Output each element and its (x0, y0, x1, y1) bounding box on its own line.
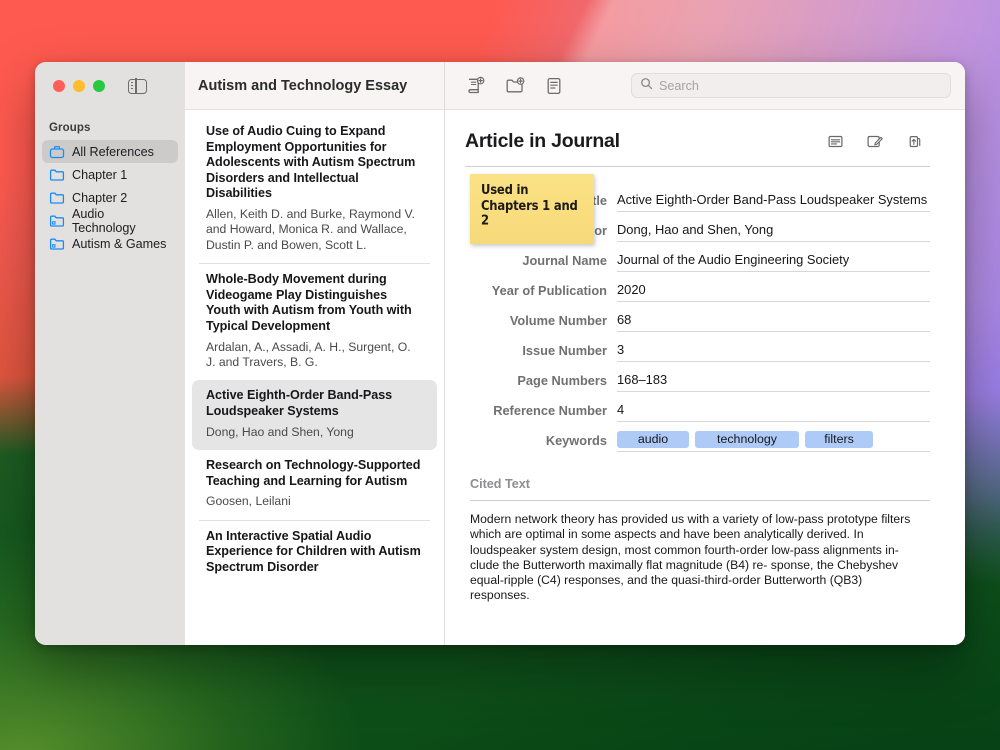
search-input[interactable]: Search (631, 73, 951, 98)
cited-text-divider (470, 500, 930, 501)
notes-icon[interactable] (543, 75, 565, 97)
folder-icon (49, 168, 65, 182)
issue-number-field[interactable]: 3 (617, 339, 930, 362)
article-title-field[interactable]: Active Eighth-Order Band-Pass Loudspeake… (617, 189, 930, 212)
field-row-keywords: Keywords audio technology filters (465, 425, 930, 455)
list-item-selected[interactable]: Active Eighth-Order Band-Pass Loudspeake… (192, 380, 437, 450)
year-of-publication-field[interactable]: 2020 (617, 279, 930, 302)
detail-header-actions (826, 130, 926, 154)
detail-toolbar: Search (445, 62, 965, 110)
reference-number-field[interactable]: 4 (617, 399, 930, 422)
list-item[interactable]: An Interactive Spatial Audio Experience … (192, 521, 437, 586)
reference-title: Research on Technology-Supported Teachin… (206, 457, 421, 488)
field-row-volume-number: Volume Number 68 (465, 305, 930, 335)
cited-text-label: Cited Text (470, 477, 530, 491)
search-icon (640, 77, 653, 95)
bookends-window: Groups All References Chapter 1 Chapter … (35, 62, 965, 645)
keyword-token[interactable]: audio (617, 431, 689, 448)
field-label: Journal Name (522, 252, 607, 268)
new-reference-icon[interactable] (465, 75, 487, 97)
author-field[interactable]: Dong, Hao and Shen, Yong (617, 219, 930, 242)
reference-title: Use of Audio Cuing to Expand Employment … (206, 124, 416, 201)
reference-title: Active Eighth-Order Band-Pass Loudspeake… (206, 388, 393, 418)
detail-content: Article in Journal Used in Chapters 1 an… (445, 110, 965, 645)
annotate-icon[interactable] (865, 132, 887, 154)
sidebar: Groups All References Chapter 1 Chapter … (35, 62, 185, 645)
list-item[interactable]: Whole-Body Movement during Videogame Pla… (192, 264, 437, 380)
sidebar-item-chapter-1[interactable]: Chapter 1 (42, 163, 178, 186)
sticky-note[interactable]: Used in Chapters 1 and 2 (470, 174, 594, 244)
new-group-icon[interactable] (504, 75, 526, 97)
field-label: Year of Publication (491, 282, 607, 298)
reference-title: Whole-Body Movement during Videogame Pla… (206, 272, 412, 333)
sidebar-item-label: Chapter 1 (72, 167, 128, 182)
keywords-field[interactable]: audio technology filters (617, 429, 930, 452)
field-label: Keywords (545, 432, 607, 448)
volume-number-field[interactable]: 68 (617, 309, 930, 332)
sidebar-header: Groups (49, 122, 91, 134)
all-references-icon (49, 145, 65, 159)
cited-text-section: Cited Text Modern network theory has pro… (465, 477, 930, 604)
reference-form: Used in Chapters 1 and 2 Article Title A… (465, 174, 930, 455)
sidebar-item-all-references[interactable]: All References (42, 140, 178, 163)
reference-authors: Ardalan, A., Assadi, A. H., Surgent, O. … (206, 339, 411, 369)
header-divider (465, 166, 930, 167)
reference-list-column: Autism and Technology Essay Use of Audio… (185, 62, 445, 645)
reference-list[interactable]: Use of Audio Cuing to Expand Employment … (185, 110, 444, 645)
reference-title: An Interactive Spatial Audio Experience … (206, 528, 421, 574)
page-title: Autism and Technology Essay (198, 77, 408, 94)
window-controls (35, 62, 185, 110)
reference-authors: Dong, Hao and Shen, Yong (206, 424, 354, 439)
sidebar-item-autism-and-games[interactable]: Autism & Games (42, 232, 178, 255)
sidebar-item-audio-technology[interactable]: Audio Technology (42, 206, 178, 235)
field-row-year-of-publication: Year of Publication 2020 (465, 275, 930, 305)
keyword-token[interactable]: filters (805, 431, 873, 448)
toolbar-actions (465, 75, 565, 97)
field-row-page-numbers: Page Numbers 168–183 (465, 365, 930, 395)
search-placeholder: Search (659, 78, 699, 93)
detail-panel: Search Article in Journal Used in Chapte… (445, 62, 965, 645)
sidebar-item-label: Chapter 2 (72, 190, 128, 205)
detail-header-row: Article in Journal (465, 130, 930, 154)
journal-name-field[interactable]: Journal of the Audio Engineering Society (617, 249, 930, 272)
sidebar-item-label: All References (72, 144, 154, 159)
field-row-journal-name: Journal Name Journal of the Audio Engine… (465, 245, 930, 275)
minimize-button[interactable] (73, 80, 85, 92)
close-button[interactable] (53, 80, 65, 92)
page-numbers-field[interactable]: 168–183 (617, 369, 930, 392)
reference-authors: Goosen, Leilani (206, 494, 291, 509)
text-view-icon[interactable] (826, 132, 848, 154)
folder-icon (49, 191, 65, 205)
sidebar-item-label: Audio Technology (72, 206, 136, 235)
reference-authors: Allen, Keith D. and Burke, Raymond V. an… (206, 206, 415, 252)
list-item[interactable]: Use of Audio Cuing to Expand Employment … (192, 116, 437, 263)
share-icon[interactable] (904, 132, 926, 154)
desktop-background: Groups All References Chapter 1 Chapter … (0, 0, 1000, 750)
list-item[interactable]: Research on Technology-Supported Teachin… (192, 450, 437, 520)
cited-text-body[interactable]: Modern network theory has provided us wi… (465, 512, 930, 604)
field-row-issue-number: Issue Number 3 (465, 335, 930, 365)
field-row-reference-number: Reference Number 4 (465, 395, 930, 425)
field-label: Page Numbers (517, 372, 607, 388)
field-label: Issue Number (522, 342, 607, 358)
smart-folder-icon (49, 214, 65, 228)
smart-folder-icon (49, 237, 65, 251)
window-title-bar: Autism and Technology Essay (185, 62, 444, 110)
detail-title: Article in Journal (465, 130, 620, 152)
sidebar-toggle-icon[interactable] (128, 77, 147, 95)
keyword-token[interactable]: technology (695, 431, 799, 448)
field-label: Reference Number (493, 402, 607, 418)
maximize-button[interactable] (93, 80, 105, 92)
sidebar-item-label: Autism & Games (72, 236, 167, 251)
sticky-note-text: Used in Chapters 1 and 2 (481, 181, 578, 228)
field-label: Volume Number (509, 312, 607, 328)
